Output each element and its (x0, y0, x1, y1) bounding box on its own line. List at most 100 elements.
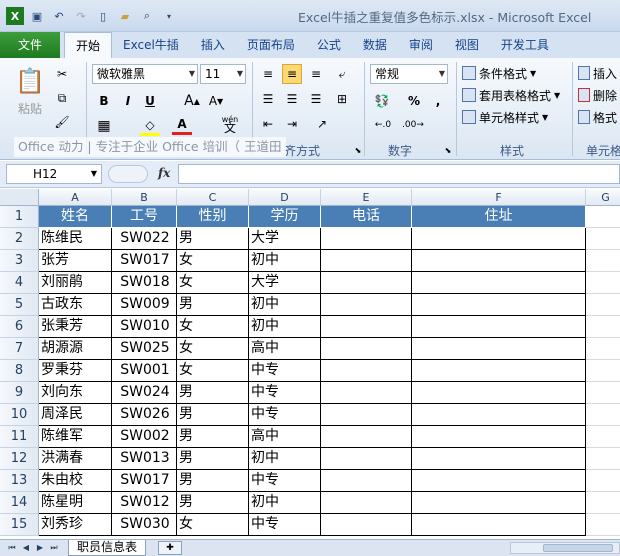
table-cell[interactable]: 女 (177, 360, 249, 382)
font-name-select[interactable]: 微软雅黑 ▼ (92, 64, 198, 84)
format-painter-icon[interactable]: 🖌 (52, 112, 72, 132)
table-cell[interactable] (412, 470, 586, 492)
new-sheet-icon[interactable]: ✚ (158, 541, 182, 555)
merge-center-icon[interactable]: ⊞ (332, 89, 352, 109)
table-cell[interactable]: 男 (177, 448, 249, 470)
table-cell[interactable]: 高中 (249, 426, 321, 448)
table-cell[interactable] (412, 426, 586, 448)
column-header-a[interactable]: A (39, 189, 112, 206)
table-cell[interactable]: 中专 (249, 514, 321, 536)
table-header-cell[interactable]: 住址 (412, 206, 586, 228)
table-cell[interactable]: SW017 (112, 470, 177, 492)
table-cell[interactable] (321, 228, 412, 250)
select-all-corner[interactable] (0, 189, 39, 206)
table-cell[interactable] (321, 316, 412, 338)
empty-cell[interactable] (586, 448, 620, 470)
table-cell[interactable]: 女 (177, 514, 249, 536)
paste-button-label[interactable]: 粘贴 (18, 100, 42, 117)
copy-icon[interactable]: ⧉ (52, 88, 72, 108)
tab-file[interactable]: 文件 (0, 32, 60, 58)
align-left-icon[interactable]: ☰ (258, 89, 278, 109)
empty-cell[interactable] (586, 316, 620, 338)
decrease-decimal-button[interactable]: .00→ (398, 115, 428, 135)
row-header[interactable]: 6 (0, 316, 39, 338)
table-cell[interactable]: 男 (177, 426, 249, 448)
number-format-select[interactable]: 常规 ▼ (370, 64, 448, 84)
tab-view[interactable]: 视图 (444, 32, 490, 58)
column-header-e[interactable]: E (321, 189, 412, 206)
table-cell[interactable]: 男 (177, 228, 249, 250)
column-header-c[interactable]: C (177, 189, 249, 206)
table-cell[interactable]: 女 (177, 272, 249, 294)
scrollbar-thumb[interactable] (543, 544, 613, 552)
table-cell[interactable]: SW024 (112, 382, 177, 404)
empty-cell[interactable] (586, 206, 620, 228)
table-cell[interactable]: 古政东 (39, 294, 112, 316)
table-cell[interactable] (321, 404, 412, 426)
table-cell[interactable]: 张芳 (39, 250, 112, 272)
table-cell[interactable]: SW012 (112, 492, 177, 514)
bold-button[interactable]: B (94, 91, 114, 111)
dialog-launcher-icon[interactable]: ⬊ (348, 140, 368, 160)
table-cell[interactable]: 中专 (249, 382, 321, 404)
empty-cell[interactable] (586, 514, 620, 536)
conditional-format-button[interactable]: 条件格式 ▼ (462, 63, 536, 83)
phonetic-icon[interactable]: wén 文 (218, 114, 242, 134)
insert-function-button[interactable]: fx (158, 166, 170, 180)
table-cell[interactable]: 高中 (249, 338, 321, 360)
table-cell[interactable]: 刘秀珍 (39, 514, 112, 536)
table-cell[interactable] (412, 338, 586, 360)
dialog-launcher-icon[interactable]: ⬊ (438, 140, 458, 160)
cut-icon[interactable]: ✂ (52, 64, 72, 84)
table-cell[interactable]: 男 (177, 404, 249, 426)
table-cell[interactable]: 刘向东 (39, 382, 112, 404)
row-header[interactable]: 15 (0, 514, 39, 536)
name-box[interactable]: H12 ▼ (6, 164, 102, 184)
underline-button[interactable]: U (140, 91, 160, 111)
table-cell[interactable] (321, 492, 412, 514)
formula-expand-handle[interactable] (108, 165, 148, 183)
italic-button[interactable]: I (118, 91, 138, 111)
table-cell[interactable]: SW022 (112, 228, 177, 250)
row-header[interactable]: 9 (0, 382, 39, 404)
comma-button[interactable]: , (428, 91, 448, 111)
column-header-g[interactable]: G (586, 189, 620, 206)
table-cell[interactable]: 初中 (249, 448, 321, 470)
table-cell[interactable]: 女 (177, 250, 249, 272)
column-header-b[interactable]: B (112, 189, 177, 206)
table-cell[interactable]: 男 (177, 492, 249, 514)
borders-icon[interactable]: ▦ (94, 116, 114, 136)
tab-page-layout[interactable]: 页面布局 (236, 32, 306, 58)
font-size-select[interactable]: 11 ▼ (200, 64, 246, 84)
table-cell[interactable]: 张秉芳 (39, 316, 112, 338)
tab-data[interactable]: 数据 (352, 32, 398, 58)
column-header-f[interactable]: F (412, 189, 586, 206)
table-format-button[interactable]: 套用表格格式 ▼ (462, 85, 560, 105)
table-cell[interactable]: 男 (177, 470, 249, 492)
row-header[interactable]: 1 (0, 206, 39, 228)
delete-cells-button[interactable]: 删除 (578, 85, 617, 105)
formula-input[interactable] (178, 164, 620, 184)
empty-cell[interactable] (586, 492, 620, 514)
decrease-indent-icon[interactable]: ⇤ (258, 114, 278, 134)
align-bottom-icon[interactable]: ≡ (306, 64, 326, 84)
row-header[interactable]: 10 (0, 404, 39, 426)
row-header[interactable]: 14 (0, 492, 39, 514)
tab-review[interactable]: 审阅 (398, 32, 444, 58)
table-cell[interactable]: SW001 (112, 360, 177, 382)
empty-cell[interactable] (586, 382, 620, 404)
table-cell[interactable]: 胡源源 (39, 338, 112, 360)
first-sheet-icon[interactable]: ⏮ (6, 542, 18, 554)
row-header[interactable]: 5 (0, 294, 39, 316)
table-header-cell[interactable]: 姓名 (39, 206, 112, 228)
empty-cell[interactable] (586, 228, 620, 250)
tab-insert[interactable]: 插入 (190, 32, 236, 58)
empty-cell[interactable] (586, 250, 620, 272)
table-cell[interactable] (412, 228, 586, 250)
insert-cells-button[interactable]: 插入 (578, 63, 617, 83)
undo-icon[interactable]: ↶ (50, 7, 68, 25)
last-sheet-icon[interactable]: ⏭ (48, 542, 60, 554)
print-preview-icon[interactable]: ⌕ (138, 7, 156, 25)
empty-cell[interactable] (586, 426, 620, 448)
row-header[interactable]: 4 (0, 272, 39, 294)
